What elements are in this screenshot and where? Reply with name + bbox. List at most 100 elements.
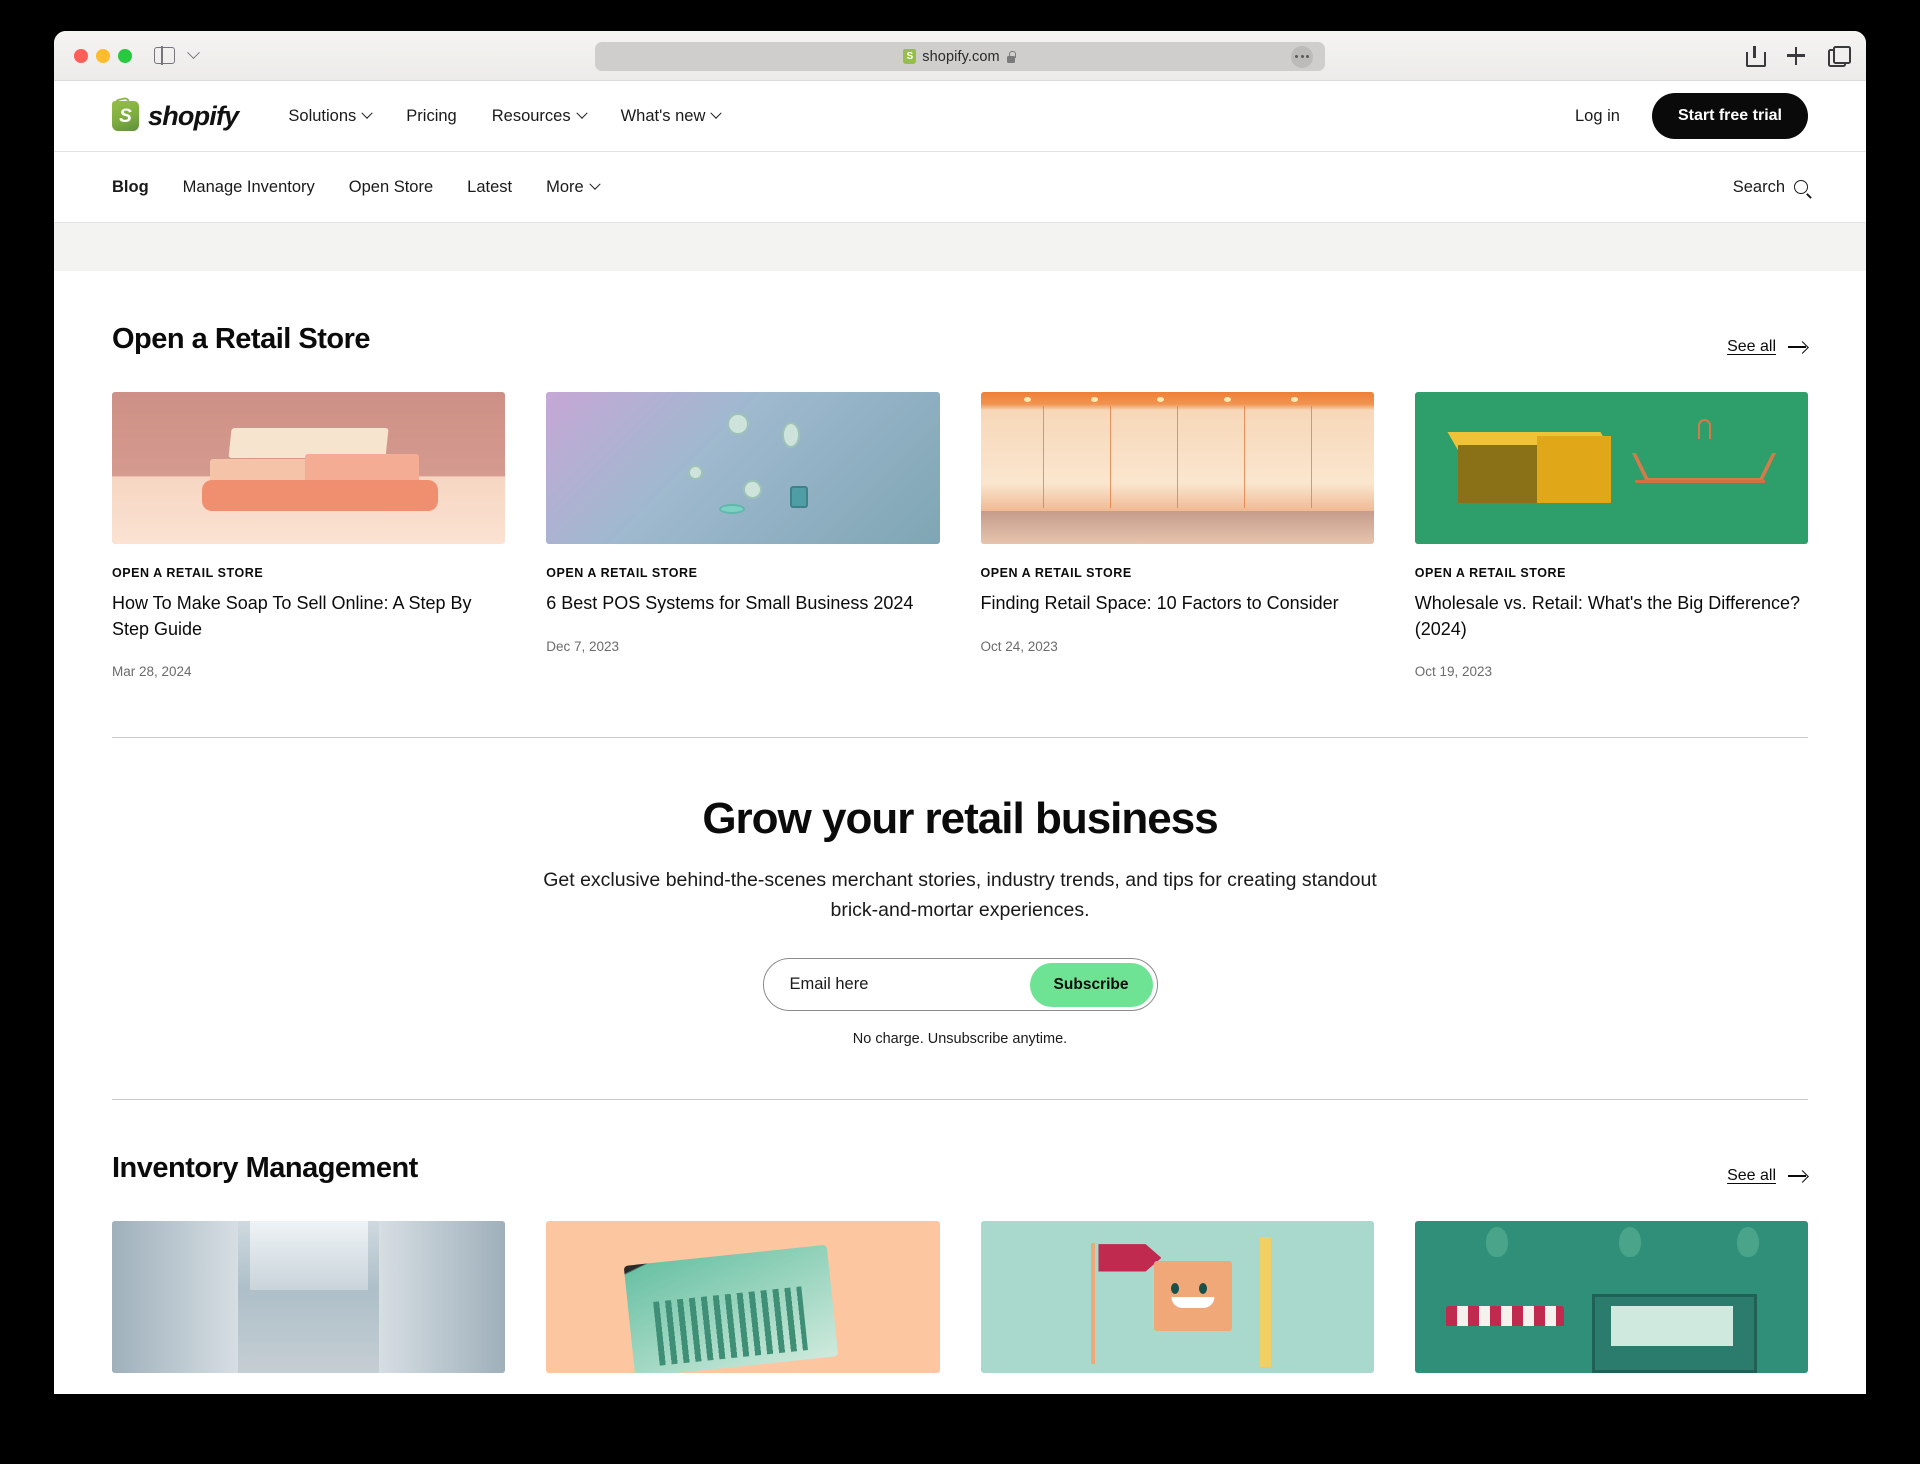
article-card[interactable] — [546, 1221, 940, 1374]
see-all-label: See all — [1727, 1167, 1776, 1185]
address-bar-url: shopify.com — [922, 48, 1000, 65]
subnav-item-latest[interactable]: Latest — [467, 178, 512, 197]
section-header-inventory-management: Inventory Management See all — [112, 1100, 1808, 1185]
chevron-down-icon — [710, 107, 723, 119]
global-nav-actions: Log in Start free trial — [1575, 93, 1808, 139]
search-label: Search — [1732, 177, 1785, 196]
ellipsis-icon[interactable] — [1291, 45, 1313, 68]
subscribe-button[interactable]: Subscribe — [1029, 962, 1153, 1007]
nav-item-whats-new[interactable]: What's new — [620, 106, 723, 126]
retail-storefront-image — [980, 392, 1374, 544]
article-card[interactable] — [1414, 1221, 1808, 1374]
address-bar[interactable]: shopify.com — [595, 42, 1325, 71]
nav-item-label: Resources — [491, 106, 571, 125]
see-all-label: See all — [1727, 338, 1776, 355]
browser-toolbar-actions — [1744, 45, 1851, 67]
page-viewport: shopify Solutions Pricing Resources What… — [54, 81, 1866, 1394]
article-card[interactable]: OPEN A RETAIL STORE Wholesale vs. Retail… — [1414, 392, 1808, 680]
page-top-strip — [54, 223, 1866, 271]
tab-overview-icon[interactable] — [1828, 45, 1851, 67]
page-title: Open a Retail Store — [112, 323, 371, 355]
article-date: Dec 7, 2023 — [546, 638, 620, 654]
article-title: Finding Retail Space: 10 Factors to Cons… — [980, 593, 1339, 613]
storefront-illustration-image — [1414, 1221, 1808, 1374]
zoom-window-button[interactable] — [118, 48, 132, 63]
article-card[interactable] — [112, 1221, 506, 1374]
article-thumbnail — [1414, 392, 1808, 544]
article-title: 6 Best POS Systems for Small Business 20… — [546, 593, 914, 613]
article-card[interactable]: OPEN A RETAIL STORE 6 Best POS Systems f… — [546, 392, 940, 679]
sidebar-toggle-icon[interactable] — [154, 46, 175, 65]
email-field[interactable] — [789, 975, 1030, 995]
newsletter-form: Subscribe — [762, 958, 1158, 1012]
minimize-window-button[interactable] — [96, 48, 110, 63]
nav-item-resources[interactable]: Resources — [491, 106, 588, 126]
article-category: OPEN A RETAIL STORE — [1414, 566, 1566, 580]
article-thumbnail — [980, 1221, 1374, 1374]
nav-item-label: What's new — [620, 106, 706, 125]
soap-bars-image — [112, 392, 506, 544]
chevron-down-icon — [361, 107, 373, 119]
newsletter-section: Grow your retail business Get exclusive … — [112, 738, 1808, 1047]
chevron-down-icon — [575, 107, 588, 119]
subnav-item-blog[interactable]: Blog — [112, 178, 149, 197]
subnav-item-label: Open Store — [348, 177, 434, 196]
search-icon — [1794, 180, 1808, 194]
subnav-item-label: Latest — [467, 177, 513, 196]
shopify-logo[interactable]: shopify — [112, 100, 239, 132]
box-and-hanger-image — [1414, 392, 1808, 544]
article-card[interactable] — [980, 1221, 1374, 1374]
article-card-grid-inventory — [112, 1221, 1808, 1374]
article-category: OPEN A RETAIL STORE — [980, 566, 1132, 580]
article-date: Oct 24, 2023 — [980, 638, 1058, 654]
article-card[interactable]: OPEN A RETAIL STORE How To Make Soap To … — [112, 392, 506, 679]
start-free-trial-button[interactable]: Start free trial — [1651, 93, 1808, 139]
shopify-favicon-icon — [903, 49, 917, 64]
shopify-wordmark: shopify — [148, 100, 239, 131]
pos-coins-image — [546, 392, 940, 544]
subnav-item-more[interactable]: More — [546, 177, 601, 197]
subnav-item-label: Blog — [112, 177, 149, 196]
article-thumbnail — [112, 392, 506, 544]
nav-item-solutions[interactable]: Solutions — [288, 107, 373, 126]
arrow-right-icon — [1788, 341, 1808, 353]
article-thumbnail — [1414, 1221, 1808, 1374]
page-title: Inventory Management — [112, 1152, 418, 1185]
warehouse-aisle-image — [112, 1221, 506, 1374]
chevron-down-icon[interactable] — [187, 46, 200, 60]
log-in-link[interactable]: Log in — [1575, 107, 1620, 126]
article-thumbnail — [546, 1221, 940, 1374]
nav-item-label: Pricing — [406, 106, 457, 125]
plus-icon[interactable] — [1786, 46, 1806, 66]
share-icon[interactable] — [1744, 45, 1766, 67]
subnav-item-open-store[interactable]: Open Store — [349, 178, 433, 197]
nav-item-pricing[interactable]: Pricing — [406, 107, 456, 126]
newsletter-title: Grow your retail business — [702, 794, 1218, 844]
article-thumbnail — [546, 392, 940, 544]
close-window-button[interactable] — [74, 48, 88, 63]
see-all-link-retail[interactable]: See all — [1727, 338, 1808, 356]
article-category: OPEN A RETAIL STORE — [546, 566, 698, 580]
global-nav-links: Solutions Pricing Resources What's new — [288, 106, 723, 126]
sidebar-toggle-group[interactable] — [154, 46, 200, 65]
blog-subnav-links: Blog Manage Inventory Open Store Latest … — [112, 177, 601, 197]
article-thumbnail — [112, 1221, 506, 1374]
robot-flag-image — [980, 1221, 1374, 1374]
see-all-link-inventory[interactable]: See all — [1727, 1167, 1808, 1185]
browser-titlebar: shopify.com — [54, 31, 1866, 81]
subnav-item-label: Manage Inventory — [182, 177, 315, 196]
article-card[interactable]: OPEN A RETAIL STORE Finding Retail Space… — [980, 392, 1374, 679]
subnav-item-manage-inventory[interactable]: Manage Inventory — [183, 178, 315, 197]
shopify-bag-icon — [112, 101, 139, 131]
laptop-chart-image — [546, 1221, 940, 1374]
newsletter-subtitle: Get exclusive behind-the-scenes merchant… — [543, 869, 1377, 921]
browser-window: shopify.com shopify Solutions Pr — [54, 31, 1866, 1394]
article-thumbnail — [980, 392, 1374, 544]
search-button[interactable]: Search — [1733, 178, 1808, 197]
section-header-open-a-retail-store: Open a Retail Store See all — [112, 271, 1808, 356]
lock-icon — [1006, 50, 1017, 63]
chevron-down-icon — [589, 178, 601, 190]
article-date: Oct 19, 2023 — [1414, 664, 1493, 680]
subnav-item-label: More — [546, 177, 584, 196]
article-card-grid-retail: OPEN A RETAIL STORE How To Make Soap To … — [112, 392, 1808, 679]
